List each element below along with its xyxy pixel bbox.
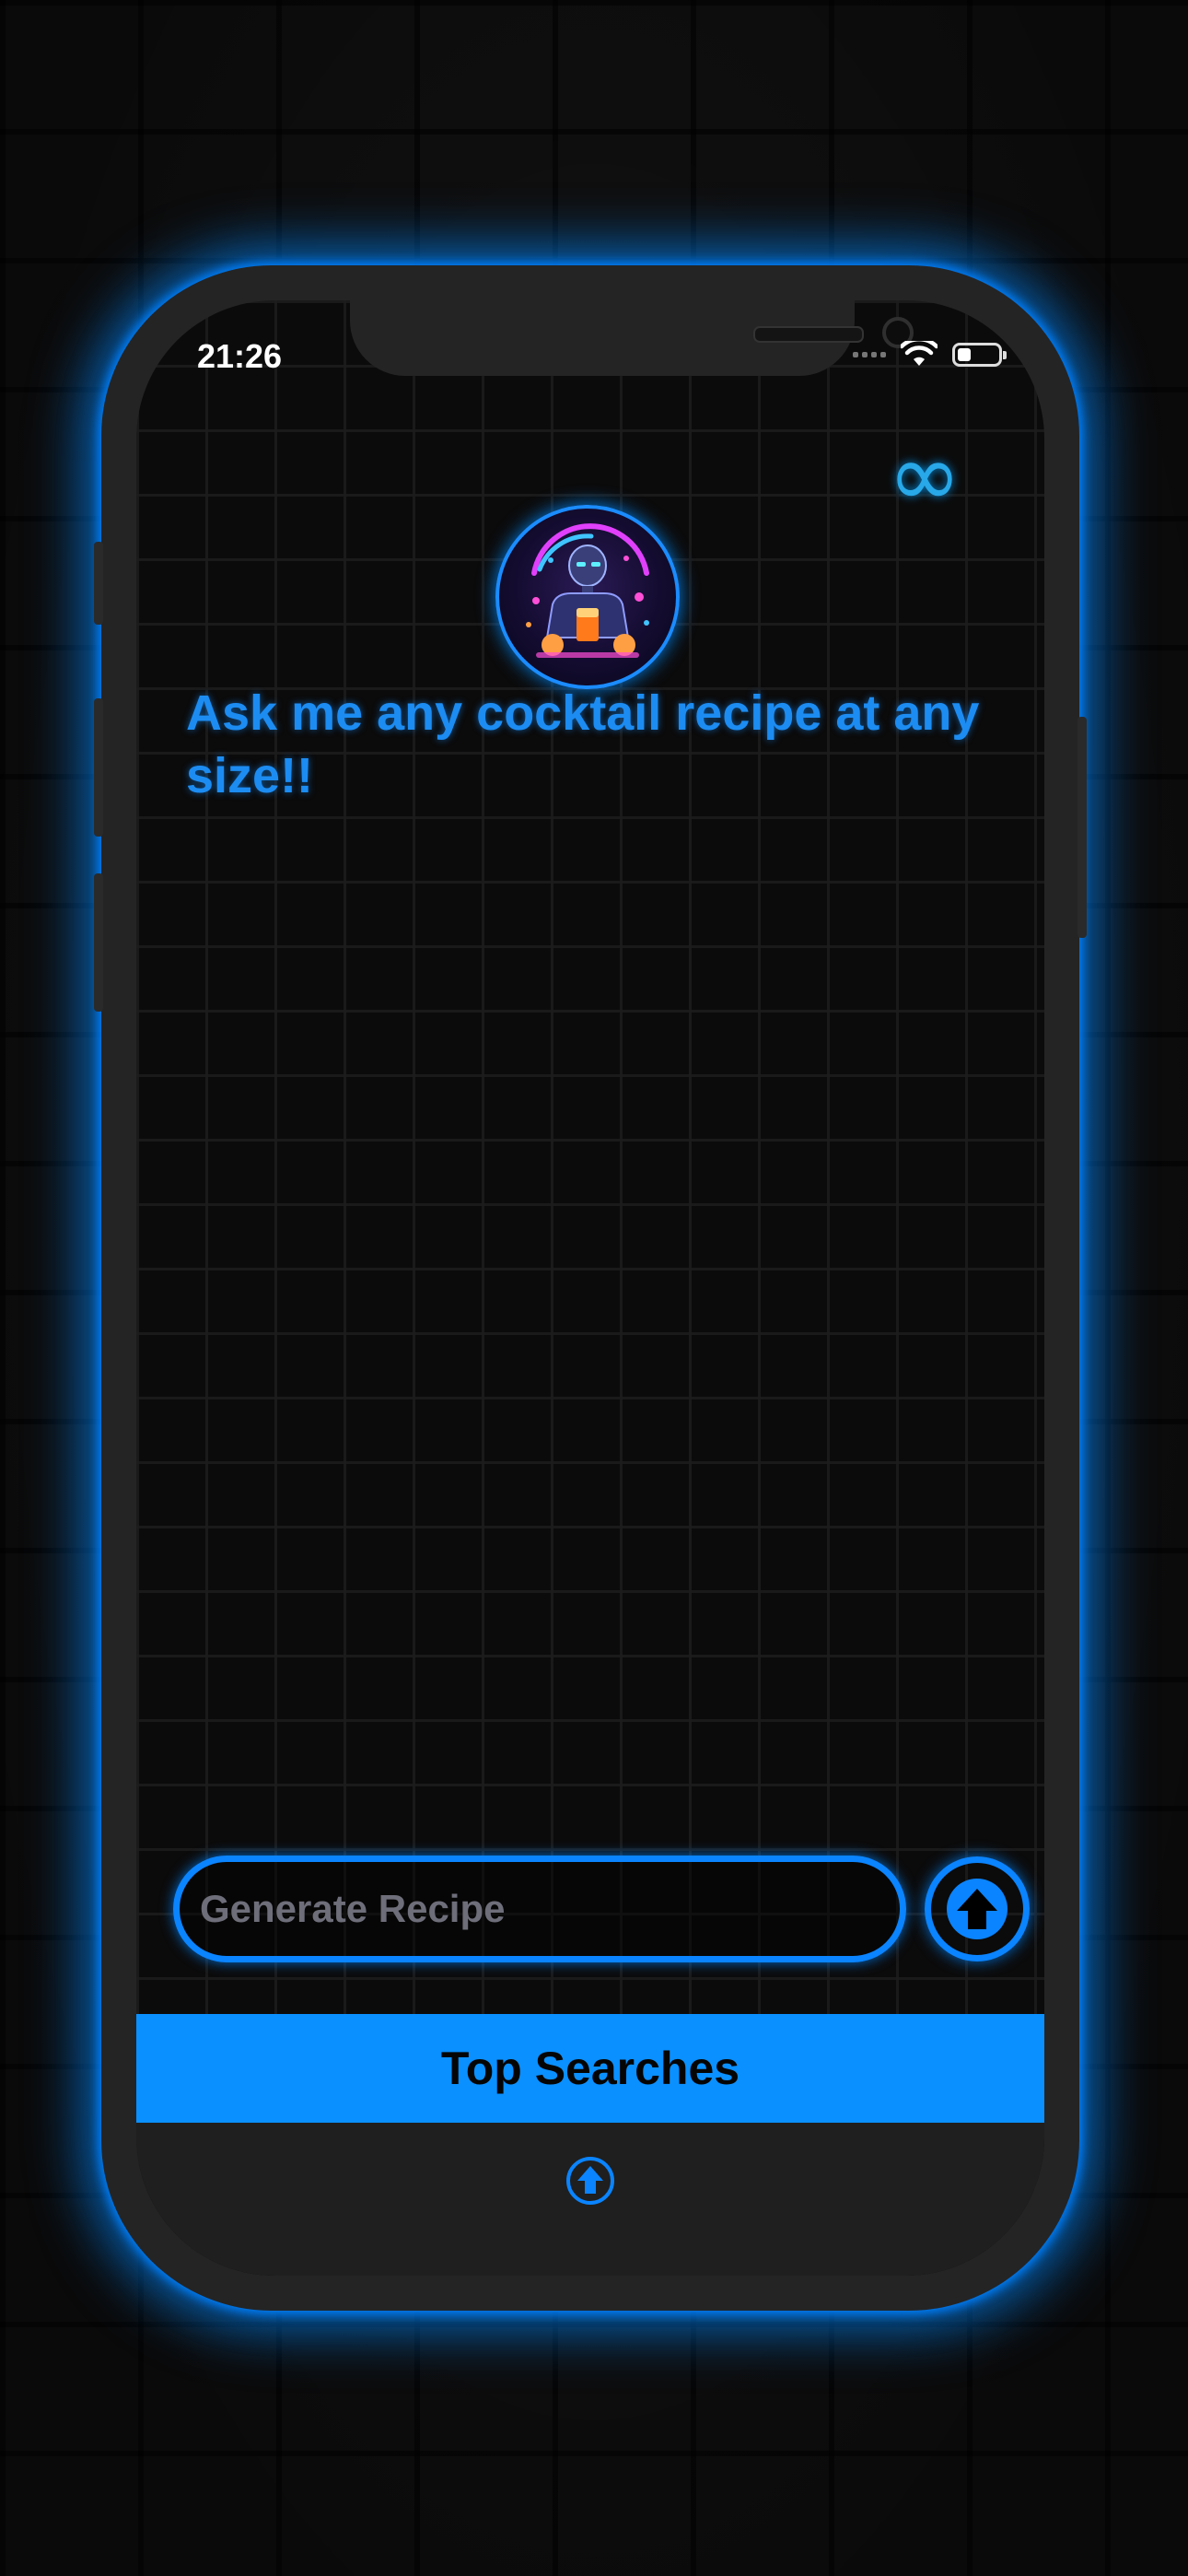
- earpiece-speaker: [753, 326, 864, 343]
- recipe-input[interactable]: Generate Recipe: [173, 1856, 906, 1962]
- notch: [350, 300, 914, 376]
- mute-switch: [94, 542, 103, 625]
- status-indicators: [853, 339, 1007, 370]
- arrow-up-circle-icon: [947, 1879, 1007, 1939]
- volume-down-button: [94, 873, 103, 1012]
- wifi-icon: [901, 341, 938, 366]
- phone-frame: 21:26 ∞ Ask me any cocktail recipe at an…: [94, 265, 1087, 2311]
- cellular-signal-icon: [853, 352, 886, 357]
- battery-icon: [952, 343, 1007, 367]
- robot-bartender-icon: [495, 505, 680, 689]
- top-searches-button[interactable]: Top Searches: [136, 2014, 1044, 2123]
- headline-text: Ask me any cocktail recipe at any size!!: [186, 685, 980, 803]
- status-time: 21:26: [197, 337, 283, 375]
- power-button: [1077, 717, 1087, 938]
- expand-drawer-button[interactable]: [565, 2155, 616, 2207]
- app-screen: 21:26 ∞ Ask me any cocktail recipe at an…: [136, 300, 1044, 2276]
- volume-up-button: [94, 698, 103, 837]
- infinity-icon[interactable]: ∞: [888, 431, 961, 520]
- send-button[interactable]: [925, 1856, 1030, 1961]
